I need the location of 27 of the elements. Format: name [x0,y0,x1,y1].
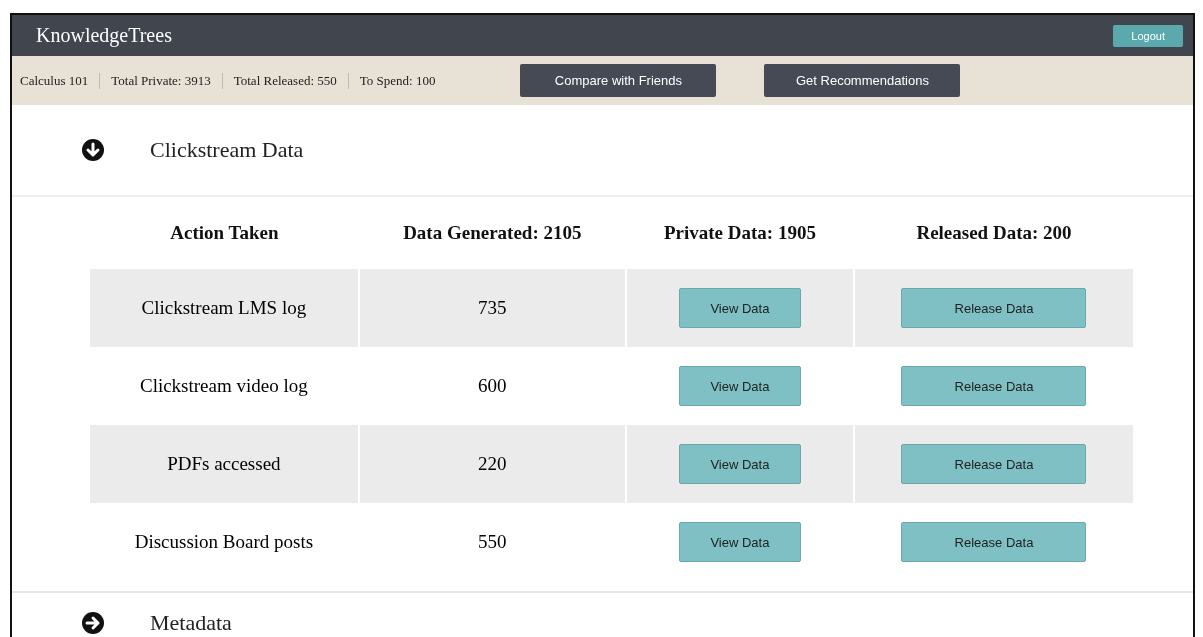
release-data-button[interactable]: Release Data [901,444,1087,484]
table-cell: Clickstream LMS log [90,269,359,347]
action-button[interactable]: Get Recommendations [764,64,961,97]
table-cell: Discussion Board posts [90,503,359,581]
table-cell: 220 [358,425,626,503]
column-header: Data Generated: 2105 [358,197,626,269]
stat-label: To Spend: 100 [347,72,447,89]
view-data-button[interactable]: View Data [678,522,801,562]
stat-label: Total Private: 3913 [99,72,222,89]
view-data-button[interactable]: View Data [678,444,801,484]
view-data-button[interactable]: View Data [678,288,801,328]
table-cell: 735 [358,269,626,347]
release-data-button[interactable]: Release Data [901,522,1087,562]
table-cell: PDFs accessed [90,425,359,503]
release-data-button[interactable]: Release Data [901,366,1087,406]
stat-label: Total Released: 550 [221,72,348,89]
stat-label: Calculus 101 [20,72,90,89]
column-header: Action Taken [90,197,359,269]
column-header: Private Data: 1905 [625,197,854,269]
app-title: KnowledgeTrees [36,24,172,47]
table-cell: 550 [358,503,626,581]
section-title: Metadata [150,610,232,636]
release-data-button[interactable]: Release Data [901,288,1087,328]
action-button[interactable]: Compare with Friends [520,64,717,97]
view-data-button[interactable]: View Data [678,366,801,406]
section-title: Clickstream Data [150,137,304,163]
column-header: Released Data: 200 [854,197,1134,269]
